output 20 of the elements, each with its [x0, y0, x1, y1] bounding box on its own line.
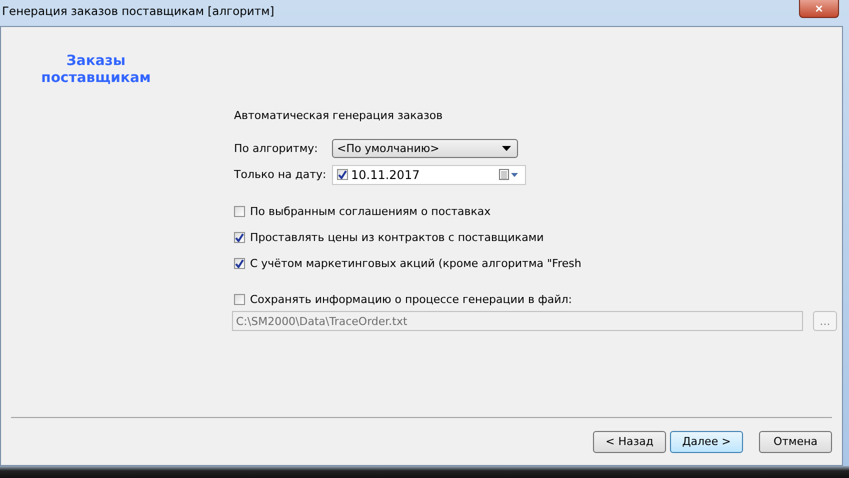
checkbox-label: Проставлять цены из контрактов с поставщиками [250, 231, 544, 244]
checkbox[interactable] [234, 258, 245, 269]
date-checkbox[interactable] [337, 169, 348, 180]
window-title: Генерация заказов поставщикам [алгоритм] [2, 4, 274, 18]
field-label: По алгоритму: [234, 142, 319, 155]
page-heading: Заказы поставщикам [40, 53, 152, 87]
checkbox[interactable] [234, 232, 245, 243]
wizard-button[interactable]: Отмена [759, 430, 832, 452]
section-title: Автоматическая генерация заказов [234, 109, 444, 122]
algorithm-dropdown[interactable]: <По умолчанию> [332, 139, 518, 158]
checkbox-label: По выбранным соглашениям о поставках [250, 205, 491, 218]
field-label: Только на дату: [234, 168, 328, 181]
wizard-button[interactable]: < Назад [593, 430, 666, 452]
checkbox-label: Сохранять информацию о процессе генерации в файл: [250, 293, 572, 306]
dropdown-caret-icon [502, 146, 511, 151]
date-picker[interactable]: 10.11.2017 [332, 164, 526, 184]
calendar-icon [499, 169, 519, 180]
wizard-button[interactable]: Далее > [670, 430, 743, 452]
checkbox[interactable] [234, 206, 245, 217]
checkbox-label: С учётом маркетинговых акций (кроме алгоритма "Fresh [250, 257, 582, 270]
